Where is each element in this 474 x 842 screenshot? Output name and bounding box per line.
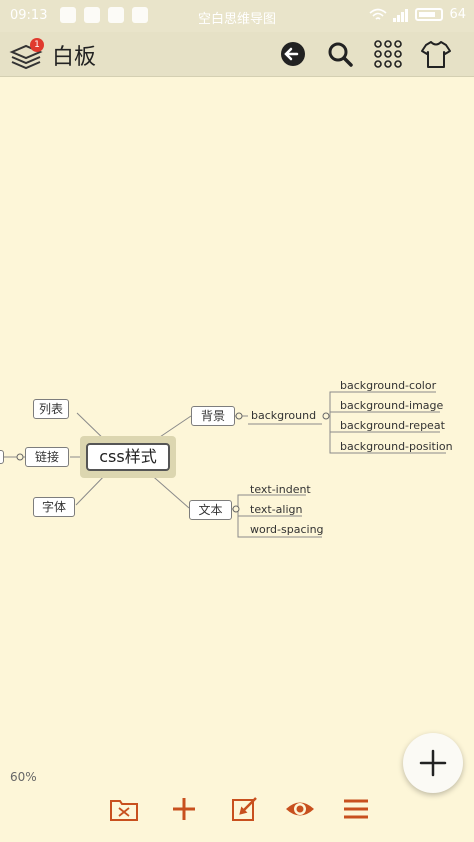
add-node-button[interactable]	[403, 733, 463, 793]
mindmap-node-background-cn[interactable]: 背景	[191, 406, 235, 426]
zoom-level: 60%	[10, 770, 37, 784]
mindmap-node-link[interactable]: 链接	[25, 447, 69, 467]
menu-icon[interactable]	[341, 794, 371, 824]
mindmap-node-background-position[interactable]: background-position	[340, 440, 453, 453]
mindmap-node-background[interactable]: background	[251, 409, 316, 422]
mindmap-node-offscreen[interactable]	[0, 450, 4, 464]
bottom-toolbar	[0, 786, 474, 830]
mindmap-node-text-indent[interactable]: text-indent	[250, 483, 311, 496]
mindmap-node-text-align[interactable]: text-align	[250, 503, 303, 516]
mindmap-node-background-repeat[interactable]: background-repeat	[340, 419, 445, 432]
mindmap-node-font[interactable]: 字体	[33, 497, 75, 517]
plus-icon	[419, 749, 447, 777]
edit-icon[interactable]	[230, 794, 260, 824]
eye-icon[interactable]	[285, 794, 315, 824]
mindmap-node-text-cn[interactable]: 文本	[189, 500, 232, 520]
mindmap-node-background-image[interactable]: background-image	[340, 399, 443, 412]
mindmap-node-word-spacing[interactable]: word-spacing	[250, 523, 324, 536]
mindmap-node-background-color[interactable]: background-color	[340, 379, 436, 392]
add-icon[interactable]	[169, 794, 199, 824]
mindmap-node-list[interactable]: 列表	[33, 399, 69, 419]
mindmap-canvas[interactable]: 列表 链接 字体 css样式 背景 文本 background backgrou…	[0, 0, 474, 710]
folder-icon[interactable]	[109, 794, 139, 824]
mindmap-connectors	[4, 391, 446, 538]
mindmap-root-node[interactable]: css样式	[86, 443, 170, 471]
